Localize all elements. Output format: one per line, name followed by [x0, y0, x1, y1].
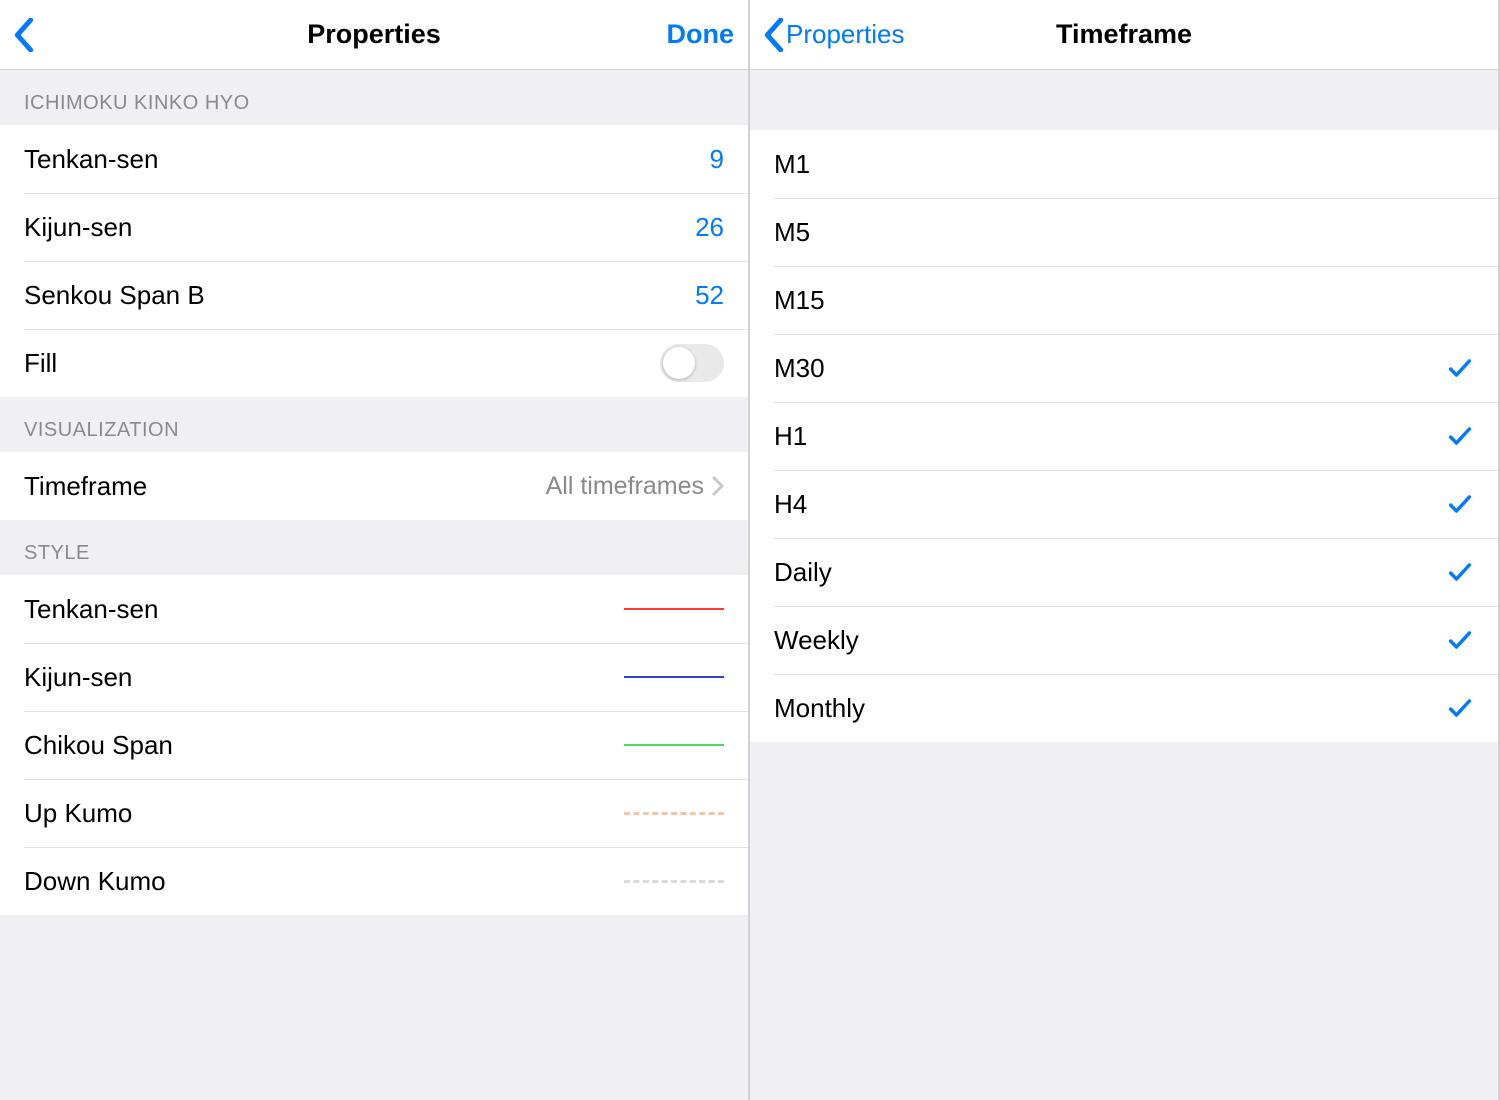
- checkmark-icon: [1446, 490, 1474, 518]
- row-label: Down Kumo: [24, 866, 624, 897]
- timeframe-row[interactable]: Daily: [750, 538, 1498, 606]
- checkmark-icon: [1446, 422, 1474, 450]
- navbar-properties: Properties Done: [0, 0, 748, 70]
- timeframe-row[interactable]: H4: [750, 470, 1498, 538]
- chevron-right-icon: [712, 476, 724, 496]
- properties-pane: Properties Done ICHIMOKU KINKO HYO Tenka…: [0, 0, 750, 1100]
- row-label: M1: [774, 149, 1474, 180]
- page-title: Properties: [307, 19, 441, 50]
- row-label: Kijun-sen: [24, 212, 695, 243]
- row-label: Tenkan-sen: [24, 594, 624, 625]
- style-row[interactable]: Tenkan-sen: [0, 575, 748, 643]
- checkmark-icon: [1446, 354, 1474, 382]
- page-title: Timeframe: [1056, 19, 1192, 50]
- section-header-style: STYLE: [0, 520, 748, 575]
- chevron-left-icon: [764, 18, 784, 52]
- row-label: Tenkan-sen: [24, 144, 710, 175]
- chevron-left-icon: [14, 18, 34, 52]
- row-kijun[interactable]: Kijun-sen 26: [0, 193, 748, 261]
- row-label: M5: [774, 217, 1474, 248]
- row-label: Chikou Span: [24, 730, 624, 761]
- fill-toggle[interactable]: [660, 344, 724, 382]
- row-value: All timeframes: [546, 472, 704, 501]
- row-label: Weekly: [774, 625, 1446, 656]
- section-header-blank: [750, 70, 1498, 130]
- row-label: Kijun-sen: [24, 662, 624, 693]
- row-tenkan[interactable]: Tenkan-sen 9: [0, 125, 748, 193]
- row-value: 52: [695, 280, 724, 311]
- timeframe-row[interactable]: Monthly: [750, 674, 1498, 742]
- row-timeframe[interactable]: Timeframe All timeframes: [0, 452, 748, 520]
- row-label: H4: [774, 489, 1446, 520]
- timeframe-row[interactable]: M15: [750, 266, 1498, 334]
- checkmark-icon: [1446, 694, 1474, 722]
- row-label: Fill: [24, 348, 660, 379]
- navbar-timeframe: Properties Timeframe: [750, 0, 1498, 70]
- back-button[interactable]: [14, 18, 34, 52]
- row-label: M15: [774, 285, 1474, 316]
- section-header-ichimoku: ICHIMOKU KINKO HYO: [0, 70, 748, 125]
- section-visualization: Timeframe All timeframes: [0, 452, 748, 520]
- row-fill: Fill: [0, 329, 748, 397]
- line-swatch: [624, 880, 724, 883]
- row-value: 9: [710, 144, 724, 175]
- back-button[interactable]: Properties: [764, 18, 905, 52]
- row-value: 26: [695, 212, 724, 243]
- timeframe-row[interactable]: H1: [750, 402, 1498, 470]
- line-swatch: [624, 744, 724, 746]
- row-label: Monthly: [774, 693, 1446, 724]
- timeframe-row[interactable]: M1: [750, 130, 1498, 198]
- row-label: Timeframe: [24, 471, 546, 502]
- timeframe-row[interactable]: M5: [750, 198, 1498, 266]
- timeframe-row[interactable]: Weekly: [750, 606, 1498, 674]
- checkmark-icon: [1446, 626, 1474, 654]
- row-label: Up Kumo: [24, 798, 624, 829]
- style-row[interactable]: Down Kumo: [0, 847, 748, 915]
- section-style: Tenkan-sen Kijun-sen Chikou Span Up Kumo Dow…: [0, 575, 748, 915]
- timeframe-row[interactable]: M30: [750, 334, 1498, 402]
- row-label: H1: [774, 421, 1446, 452]
- checkmark-icon: [1446, 558, 1474, 586]
- line-swatch: [624, 812, 724, 815]
- timeframe-pane: Properties Timeframe M1 M5 M15 M30 H1 H4 Daily…: [750, 0, 1500, 1100]
- style-row[interactable]: Chikou Span: [0, 711, 748, 779]
- done-button[interactable]: Done: [667, 19, 735, 50]
- line-swatch: [624, 676, 724, 678]
- row-senkou[interactable]: Senkou Span B 52: [0, 261, 748, 329]
- back-label: Properties: [786, 19, 905, 50]
- line-swatch: [624, 608, 724, 610]
- row-label: Senkou Span B: [24, 280, 695, 311]
- style-row[interactable]: Up Kumo: [0, 779, 748, 847]
- section-header-visualization: VISUALIZATION: [0, 397, 748, 452]
- row-label: M30: [774, 353, 1446, 384]
- row-label: Daily: [774, 557, 1446, 588]
- toggle-knob: [663, 347, 695, 379]
- section-ichimoku: Tenkan-sen 9 Kijun-sen 26 Senkou Span B …: [0, 125, 748, 397]
- section-timeframes: M1 M5 M15 M30 H1 H4 Daily Weekly Monthly: [750, 130, 1498, 742]
- style-row[interactable]: Kijun-sen: [0, 643, 748, 711]
